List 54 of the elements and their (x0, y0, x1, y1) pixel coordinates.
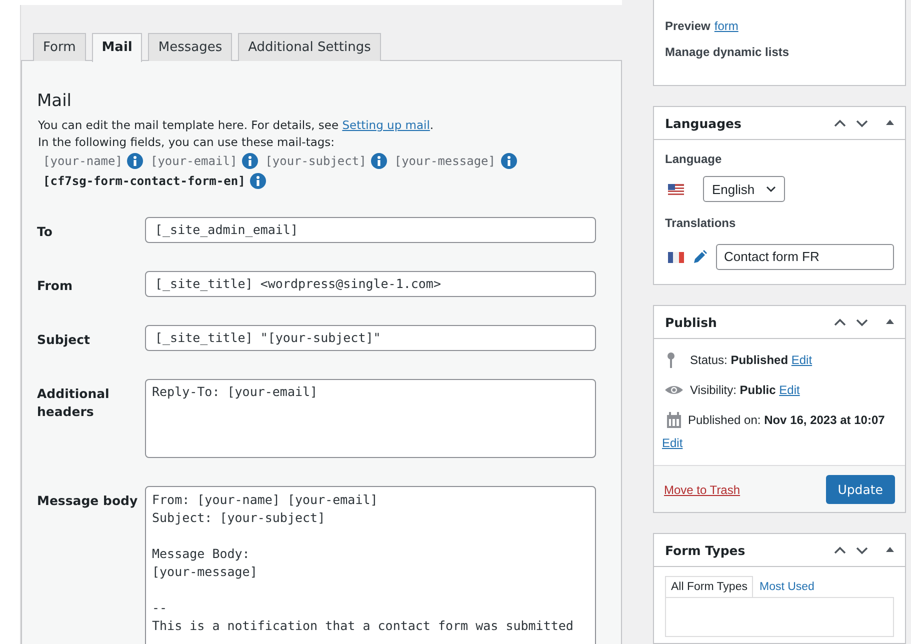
preview-form-link[interactable]: form (714, 19, 738, 33)
edit-link[interactable]: Edit (662, 436, 683, 450)
calendar-icon (666, 412, 682, 428)
tab[interactable]: Additional Settings (238, 33, 381, 61)
pencil-icon[interactable] (692, 249, 708, 265)
published-on-text: Published on: Nov 16, 2023 at 10:07 (688, 413, 885, 427)
field-label: From (37, 277, 73, 295)
intro-text: You can edit the mail template here. For details, see Setting up mail. (38, 117, 434, 134)
mail-tag: [your-subject] (265, 152, 366, 170)
field-label: Additional headers (37, 385, 110, 421)
tab[interactable]: All Form Types (665, 576, 754, 597)
info-icon (371, 153, 388, 169)
tab[interactable]: Mail (92, 33, 142, 62)
textarea-field[interactable]: Reply-To: [your-email] (145, 379, 596, 458)
section-heading: Mail (37, 91, 72, 111)
field-label: Message body (37, 492, 138, 510)
translation-field[interactable]: Contact form FR (716, 244, 894, 270)
mail-tag: [your-name] (43, 152, 122, 170)
update-button[interactable]: Update (826, 475, 895, 504)
preview-label: Preview (665, 19, 710, 33)
status-text: Status: Published (690, 353, 788, 367)
pin-icon (666, 352, 676, 368)
panel-title: Form Types (665, 542, 746, 558)
panel-title: Publish (665, 314, 718, 330)
input-field[interactable]: [_site_title] <wordpress@single-1.com> (145, 271, 596, 297)
edit-link[interactable]: Edit (779, 383, 800, 397)
input-field[interactable]: [_site_admin_email] (145, 217, 596, 243)
caret-icon (766, 185, 776, 193)
info-icon (242, 153, 258, 169)
mail-tag: [cf7sg-form-contact-form-en] (43, 172, 246, 190)
info-icon (250, 173, 266, 189)
setting-up-mail-link[interactable]: Setting up mail (342, 118, 430, 132)
panel-title: Languages (665, 116, 742, 130)
tab[interactable]: Form (33, 33, 86, 61)
flag-icon (668, 252, 684, 262)
info-icon (500, 153, 516, 169)
tab[interactable]: Most Used (753, 576, 820, 597)
mail-tag: [your-message] (394, 152, 496, 170)
input-field[interactable]: [_site_title] "[your-subject]" (145, 325, 596, 351)
visibility-text: Visibility: Public (690, 383, 776, 397)
edit-link[interactable]: Edit (791, 353, 812, 367)
textarea-field[interactable]: From: [your-name] [your-email] Subject: [your-subject] Message Body: [your-message] -- This is a notification that a contact form was submitted (145, 486, 596, 644)
field-label: Translations (665, 216, 736, 230)
mail-tag: [your-email] (150, 152, 238, 170)
flag-icon (668, 184, 684, 194)
manage-dynamic-lists-label: Manage dynamic lists (665, 45, 790, 59)
field-label: Language (665, 152, 722, 166)
field-label: To (37, 223, 52, 241)
move-to-trash-link[interactable]: Move to Trash (664, 482, 740, 496)
field-label: Subject (37, 331, 90, 349)
language-dropdown[interactable]: English (703, 176, 785, 202)
info-icon (127, 153, 144, 169)
mail-tags-intro: In the following fields, you can use these mail-tags: (38, 134, 335, 151)
tab[interactable]: Messages (148, 33, 232, 61)
